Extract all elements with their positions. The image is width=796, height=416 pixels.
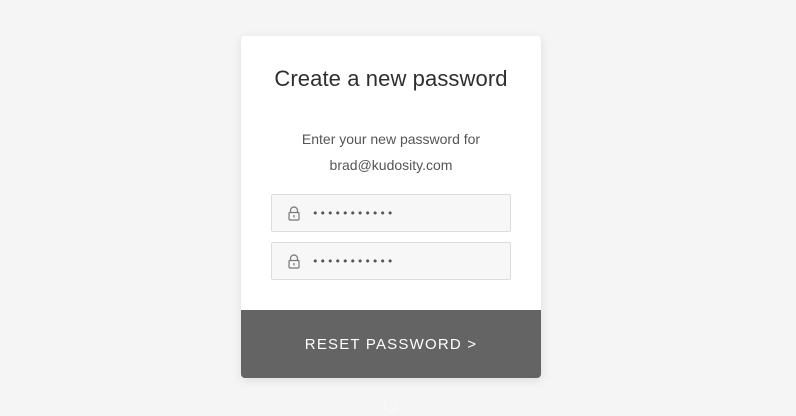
instructions-text: Enter your new password for brad@kudosit…	[241, 126, 541, 178]
reset-password-card: Create a new password Enter your new pas…	[241, 36, 541, 378]
lock-icon	[288, 254, 300, 269]
new-password-field[interactable]	[271, 194, 511, 232]
account-email: brad@kudosity.com	[329, 157, 453, 173]
new-password-input[interactable]	[312, 195, 502, 231]
lock-icon	[288, 206, 300, 221]
confirm-password-field[interactable]	[271, 242, 511, 280]
confirm-password-input[interactable]	[312, 243, 502, 279]
instructions-line: Enter your new password for	[301, 131, 481, 147]
loading-spinner-icon	[384, 398, 398, 412]
reset-password-button[interactable]: RESET PASSWORD >	[241, 310, 541, 378]
page-title: Create a new password	[274, 66, 508, 91]
